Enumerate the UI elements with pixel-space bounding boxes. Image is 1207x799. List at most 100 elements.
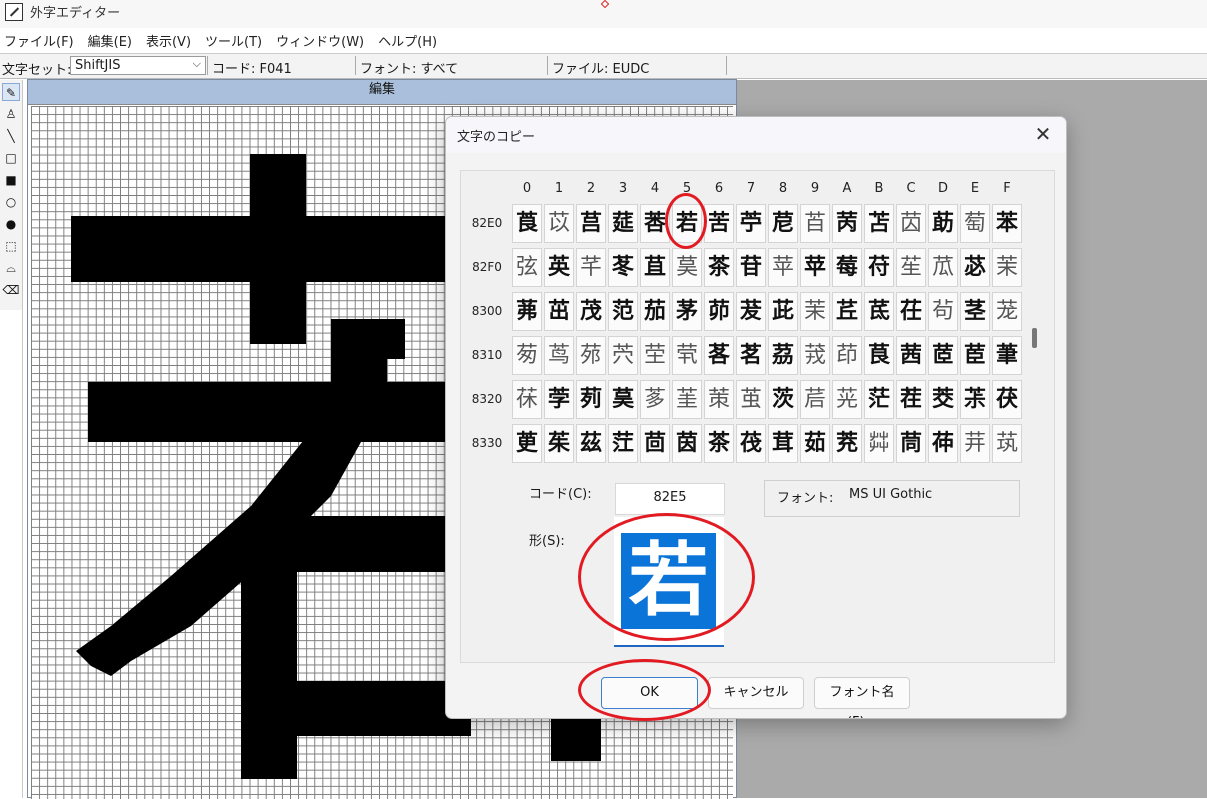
char-cell[interactable]: 茔 [640, 336, 670, 375]
char-cell[interactable]: 苧 [736, 204, 766, 243]
char-cell[interactable]: 茩 [800, 380, 830, 419]
char-cell[interactable]: 茮 [960, 380, 990, 419]
char-cell[interactable]: 茧 [736, 380, 766, 419]
char-cell[interactable]: 茷 [736, 424, 766, 463]
char-cell[interactable]: 茭 [928, 380, 958, 419]
char-cell[interactable]: 茗 [736, 336, 766, 375]
char-cell[interactable]: 茹 [800, 424, 830, 463]
char-cell[interactable]: 茋 [864, 292, 894, 331]
char-cell[interactable]: 茉 [992, 248, 1022, 287]
char-cell[interactable]: 茚 [832, 336, 862, 375]
char-cell[interactable]: 茘 [768, 336, 798, 375]
char-cell[interactable]: 茬 [896, 380, 926, 419]
char-cell[interactable]: 苦 [704, 204, 734, 243]
scrollbar-thumb[interactable] [1032, 328, 1037, 348]
char-cell[interactable]: 茞 [960, 336, 990, 375]
char-cell[interactable]: 茍 [928, 292, 958, 331]
char-cell[interactable]: 茢 [576, 380, 606, 419]
char-cell[interactable]: 茨 [768, 380, 798, 419]
char-cell[interactable]: 茙 [800, 336, 830, 375]
char-cell[interactable]: 莕 [640, 204, 670, 243]
char-cell[interactable]: 苻 [864, 248, 894, 287]
char-cell[interactable]: 茓 [608, 336, 638, 375]
char-cell[interactable]: 茡 [544, 380, 574, 419]
char-cell[interactable]: 茖 [704, 336, 734, 375]
rectangle-icon[interactable]: □ [2, 149, 20, 167]
close-icon[interactable]: ✕ [1032, 122, 1054, 146]
char-cell[interactable]: 苫 [864, 204, 894, 243]
char-cell[interactable]: 茀 [512, 292, 542, 331]
char-cell[interactable]: 莓 [832, 248, 862, 287]
char-cell[interactable]: 茁 [544, 292, 574, 331]
char-cell[interactable]: 茣 [608, 380, 638, 419]
char-cell[interactable]: 茥 [672, 380, 702, 419]
menu-window[interactable]: ウィンドウ(W) [271, 28, 373, 50]
brush-icon[interactable]: ♙ [2, 105, 20, 123]
char-cell[interactable]: 茅 [672, 292, 702, 331]
filled-ellipse-icon[interactable]: ● [2, 215, 20, 233]
char-cell[interactable]: 茶 [704, 424, 734, 463]
menu-help[interactable]: ヘルプ(H) [373, 28, 446, 50]
char-cell[interactable]: 茎 [960, 292, 990, 331]
rect-select-icon[interactable]: ⬚ [2, 237, 20, 255]
char-cell[interactable]: 芊 [576, 248, 606, 287]
char-cell[interactable]: 茌 [896, 292, 926, 331]
ellipse-icon[interactable]: ○ [2, 193, 20, 211]
char-cell[interactable]: 苼 [896, 248, 926, 287]
char-cell[interactable]: 茲 [576, 424, 606, 463]
char-cell[interactable]: 茉 [800, 292, 830, 331]
char-cell[interactable]: 茼 [896, 424, 926, 463]
char-cell[interactable]: 茾 [960, 424, 990, 463]
char-cell[interactable]: 茝 [928, 336, 958, 375]
char-cell[interactable]: 苪 [832, 204, 862, 243]
char-cell[interactable]: 苹 [768, 248, 798, 287]
menu-file[interactable]: ファイル(F) [0, 28, 83, 50]
cancel-button[interactable]: キャンセル [708, 677, 804, 709]
char-cell[interactable]: 苬 [896, 204, 926, 243]
char-cell[interactable]: 茻 [864, 424, 894, 463]
char-grid[interactable]: 0 1 2 3 4 5 6 7 8 9 A B C D E F 82E0 莨苡莒莚莕若苦苧苨苩苪苫苬莇萄苯 82F0… [460, 170, 1055, 663]
char-cell[interactable]: 范 [608, 292, 638, 331]
char-cell[interactable]: 苹 [800, 248, 830, 287]
char-cell[interactable]: 茊 [832, 292, 862, 331]
char-cell[interactable]: 茱 [544, 424, 574, 463]
char-cell[interactable]: 茯 [992, 380, 1022, 419]
char-cell[interactable]: 茂 [576, 292, 606, 331]
char-cell[interactable]: 苾 [960, 248, 990, 287]
char-cell[interactable]: 苽 [928, 248, 958, 287]
char-cell[interactable]: 茰 [512, 424, 542, 463]
char-cell[interactable]: 苴 [640, 248, 670, 287]
char-cell[interactable]: 苳 [608, 248, 638, 287]
char-cell[interactable]: 苨 [768, 204, 798, 243]
char-cell[interactable]: 茆 [704, 292, 734, 331]
char-cell[interactable]: 茕 [672, 336, 702, 375]
ok-button[interactable]: OK [601, 677, 698, 709]
char-cell[interactable]: 茏 [992, 292, 1022, 331]
char-cell[interactable]: 苩 [800, 204, 830, 243]
char-cell[interactable]: 茛 [864, 336, 894, 375]
char-cell[interactable]: 英 [544, 248, 574, 287]
char-cell[interactable]: 莚 [608, 204, 638, 243]
char-cell[interactable]: 茿 [992, 424, 1022, 463]
freeform-select-icon[interactable]: ⌓ [2, 259, 20, 277]
pencil-icon[interactable]: ✎ [2, 83, 20, 101]
char-cell[interactable]: 茺 [832, 424, 862, 463]
char-cell[interactable]: 茶 [704, 248, 734, 287]
char-cell[interactable]: 茐 [512, 336, 542, 375]
char-cell[interactable]: 弦 [512, 248, 542, 287]
charset-select[interactable]: ShiftJIS ⌵ [70, 56, 206, 75]
char-cell[interactable]: 茪 [832, 380, 862, 419]
char-cell[interactable]: 莨 [512, 204, 542, 243]
char-cell[interactable]: 茸 [768, 424, 798, 463]
char-cell[interactable]: 苷 [736, 248, 766, 287]
char-cell[interactable]: 茴 [640, 424, 670, 463]
menu-tools[interactable]: ツール(T) [200, 28, 271, 50]
char-cell[interactable]: 茑 [544, 336, 574, 375]
char-cell[interactable]: 茈 [768, 292, 798, 331]
char-cell[interactable]: 茣 [672, 248, 702, 287]
char-cell[interactable]: 茤 [640, 380, 670, 419]
char-cell[interactable]: 苯 [992, 204, 1022, 243]
char-cell[interactable]: 茄 [640, 292, 670, 331]
char-cell[interactable]: 茜 [896, 336, 926, 375]
menu-view[interactable]: 表示(V) [141, 28, 200, 50]
